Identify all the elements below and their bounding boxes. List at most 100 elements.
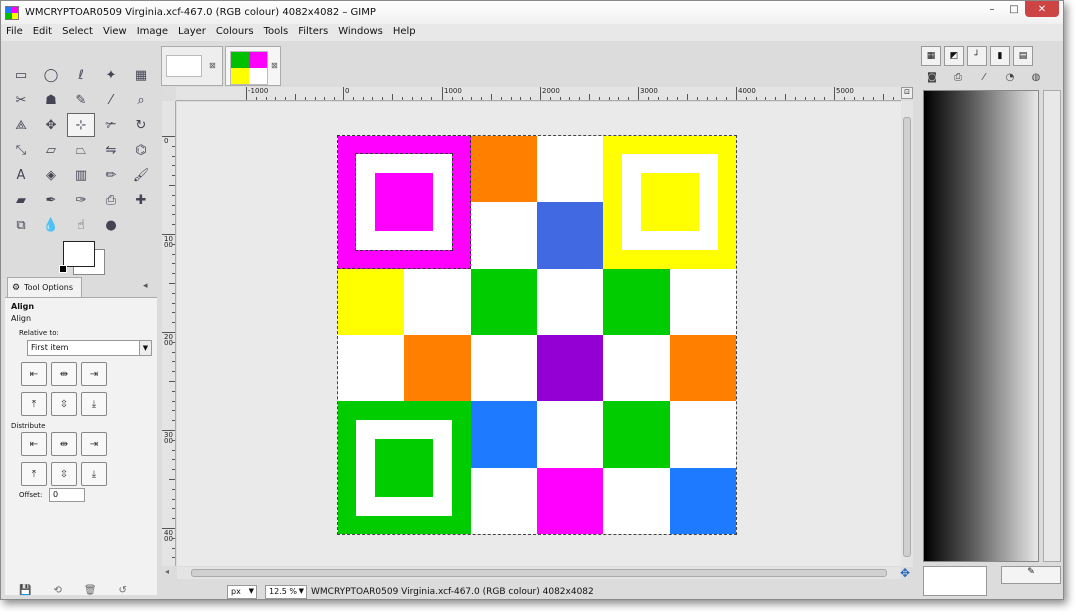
brushes-icon[interactable]: ◩: [944, 46, 964, 66]
canvas-area[interactable]: [177, 102, 901, 566]
color-palette-icon[interactable]: ◍: [1025, 68, 1047, 86]
zoom-select[interactable]: 12.5 % ▼: [265, 585, 307, 599]
distribute-middle-button[interactable]: ⇳: [51, 462, 77, 486]
navigate-icon[interactable]: ✥: [900, 566, 910, 580]
align-tool-icon[interactable]: ⊹: [67, 113, 95, 137]
text-tool-icon[interactable]: A: [7, 163, 35, 187]
paintbrush-icon[interactable]: ⁄: [973, 68, 995, 86]
align-bottom-button[interactable]: ⤓: [81, 392, 107, 416]
foreground-select-tool-icon[interactable]: ☗: [37, 88, 65, 112]
distribute-top-button[interactable]: ⤒: [21, 462, 47, 486]
align-middle-button[interactable]: ⇳: [51, 392, 77, 416]
menu-select[interactable]: Select: [57, 24, 98, 41]
airbrush-tool-icon[interactable]: ✒: [37, 188, 65, 212]
scroll-thumb[interactable]: [191, 569, 887, 577]
fuzzy-select-tool-icon[interactable]: ✦: [97, 63, 125, 87]
vertical-scrollbar[interactable]: [901, 101, 913, 567]
maximize-button[interactable]: □: [1003, 1, 1025, 17]
delete-options-icon[interactable]: 🗑: [84, 585, 97, 596]
patterns-icon[interactable]: ▦: [921, 46, 941, 66]
menu-help[interactable]: Help: [388, 24, 421, 41]
color-select-tool-icon[interactable]: ▦: [127, 63, 155, 87]
zoom-toggle-icon[interactable]: ⊡: [901, 87, 913, 99]
close-icon[interactable]: ⊠: [271, 61, 278, 70]
distribute-center-button[interactable]: ⇹: [51, 432, 77, 456]
menu-windows[interactable]: Windows: [333, 24, 388, 41]
gradients-icon[interactable]: ▮: [990, 46, 1010, 66]
menu-filters[interactable]: Filters: [293, 24, 333, 41]
rect-select-tool-icon[interactable]: ▭: [7, 63, 35, 87]
palettes-icon[interactable]: ▤: [1013, 46, 1033, 66]
scale-tool-icon[interactable]: ⤡: [7, 138, 35, 162]
close-button[interactable]: ✕: [1025, 1, 1059, 17]
menu-view[interactable]: View: [98, 24, 132, 41]
scissors-select-tool-icon[interactable]: ✂: [7, 88, 35, 112]
gradient-preview[interactable]: [923, 90, 1039, 562]
menu-edit[interactable]: Edit: [28, 24, 57, 41]
restore-options-icon[interactable]: ⟲: [53, 585, 61, 596]
minimize-button[interactable]: –: [981, 1, 1003, 17]
printer-icon[interactable]: ⎙: [947, 68, 969, 86]
measure-tool-icon[interactable]: ⟁: [7, 113, 35, 137]
menu-file[interactable]: File: [1, 24, 28, 41]
menu-tools[interactable]: Tools: [259, 24, 294, 41]
zoom-tool-icon[interactable]: ⌕: [127, 88, 155, 112]
reset-options-icon[interactable]: ↺: [119, 585, 127, 596]
cage-transform-tool-icon[interactable]: ⌬: [127, 138, 155, 162]
perspective-tool-icon[interactable]: ⏢: [67, 138, 95, 162]
eraser-tool-icon[interactable]: ▰: [7, 188, 35, 212]
ellipse-select-tool-icon[interactable]: ◯: [37, 63, 65, 87]
paintbrush-tool-icon[interactable]: 🖌: [127, 163, 155, 187]
close-icon[interactable]: ⊠: [209, 61, 216, 70]
horizontal-ruler[interactable]: -1000 0 1000 2000 3000 4000 5000: [176, 87, 901, 101]
scroll-thumb[interactable]: [903, 117, 911, 557]
align-left-button[interactable]: ⇤: [21, 362, 47, 386]
paths-tool-icon[interactable]: ✎: [67, 88, 95, 112]
default-colors-icon[interactable]: [59, 265, 67, 273]
horizontal-scrollbar[interactable]: [177, 567, 901, 579]
tab-menu-icon[interactable]: ◂: [143, 281, 148, 291]
pencil-tool-icon[interactable]: ✏: [97, 163, 125, 187]
image-tab-blank[interactable]: ⊠: [161, 46, 223, 86]
tab-tool-options[interactable]: ⚙ Tool Options: [7, 277, 82, 297]
blur-tool-icon[interactable]: 💧: [37, 213, 65, 237]
perspective-clone-tool-icon[interactable]: ⧉: [7, 213, 35, 237]
gimp-icon[interactable]: ◙: [921, 68, 943, 86]
flip-tool-icon[interactable]: ⇋: [97, 138, 125, 162]
crop-tool-icon[interactable]: ✃: [97, 113, 125, 137]
color-picker-tool-icon[interactable]: ⁄: [97, 88, 125, 112]
distribute-left-button[interactable]: ⇤: [21, 432, 47, 456]
color-wheel-icon[interactable]: ◔: [999, 68, 1021, 86]
menu-image[interactable]: Image: [132, 24, 173, 41]
menu-colours[interactable]: Colours: [211, 24, 259, 41]
edit-gradient-button[interactable]: ✎: [1001, 566, 1061, 584]
distribute-right-button[interactable]: ⇥: [81, 432, 107, 456]
rotate-tool-icon[interactable]: ↻: [127, 113, 155, 137]
clone-tool-icon[interactable]: ⎙: [97, 188, 125, 212]
align-icon[interactable]: ┘: [967, 46, 987, 66]
ink-tool-icon[interactable]: ✑: [67, 188, 95, 212]
chevron-down-icon[interactable]: ▼: [139, 341, 151, 355]
menu-layer[interactable]: Layer: [173, 24, 211, 41]
dodge-burn-tool-icon[interactable]: ●: [97, 213, 125, 237]
shear-tool-icon[interactable]: ▱: [37, 138, 65, 162]
align-top-button[interactable]: ⤒: [21, 392, 47, 416]
vertical-ruler[interactable]: 0 1000 2000 3000 4000: [162, 101, 176, 566]
color-swatches[interactable]: [59, 239, 105, 275]
relative-to-select[interactable]: First item ▼: [27, 340, 152, 356]
offset-input[interactable]: 0: [49, 488, 85, 502]
blend-tool-icon[interactable]: ▥: [67, 163, 95, 187]
free-select-tool-icon[interactable]: ℓ: [67, 63, 95, 87]
distribute-bottom-button[interactable]: ⤓: [81, 462, 107, 486]
image-tab-active[interactable]: ⊠: [225, 46, 281, 86]
save-options-icon[interactable]: 💾: [19, 585, 31, 596]
smudge-tool-icon[interactable]: ☝: [67, 213, 95, 237]
move-tool-icon[interactable]: ✥: [37, 113, 65, 137]
dock-scrollbar[interactable]: [1043, 90, 1061, 562]
align-center-button[interactable]: ⇹: [51, 362, 77, 386]
bucket-fill-tool-icon[interactable]: ◈: [37, 163, 65, 187]
unit-select[interactable]: px ▼: [227, 585, 257, 599]
align-right-button[interactable]: ⇥: [81, 362, 107, 386]
foreground-color-swatch[interactable]: [63, 241, 95, 267]
heal-tool-icon[interactable]: ✚: [127, 188, 155, 212]
